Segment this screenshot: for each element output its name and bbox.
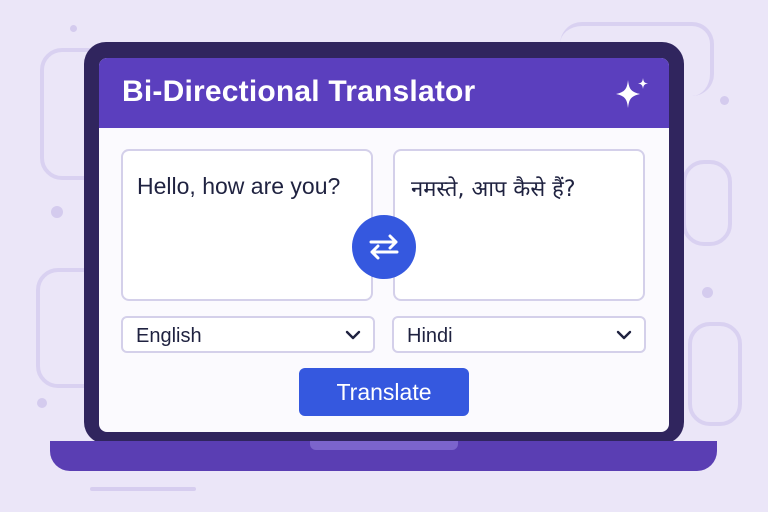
laptop-base-notch [310, 441, 458, 450]
background-dot [37, 398, 47, 408]
background-dot [702, 287, 713, 298]
sparkle-icon [616, 78, 648, 108]
app-title: Bi-Directional Translator [122, 75, 476, 108]
target-text-panel[interactable]: नमस्ते, आप कैसे हैं? [393, 149, 645, 301]
background-shape [682, 160, 732, 246]
swap-arrows-icon [369, 234, 399, 260]
target-language-select[interactable]: Hindi [392, 316, 646, 353]
shadow-line [90, 487, 196, 491]
swap-languages-button[interactable] [352, 215, 416, 279]
target-language-label: Hindi [407, 325, 453, 347]
chevron-down-icon [345, 330, 361, 340]
translate-button[interactable]: Translate [299, 368, 469, 416]
source-text-panel[interactable]: Hello, how are you? [121, 149, 373, 301]
source-language-label: English [136, 325, 202, 347]
background-dot [720, 96, 729, 105]
source-text: Hello, how are you? [137, 173, 341, 199]
translator-app: Bi-Directional Translator Hello, how are… [99, 58, 669, 432]
background-dot [70, 25, 77, 32]
app-header: Bi-Directional Translator [99, 58, 669, 128]
background-shape [688, 322, 742, 426]
source-language-select[interactable]: English [121, 316, 375, 353]
target-text: नमस्ते, आप कैसे हैं? [411, 177, 576, 202]
chevron-down-icon [616, 330, 632, 340]
background-dot [51, 206, 63, 218]
